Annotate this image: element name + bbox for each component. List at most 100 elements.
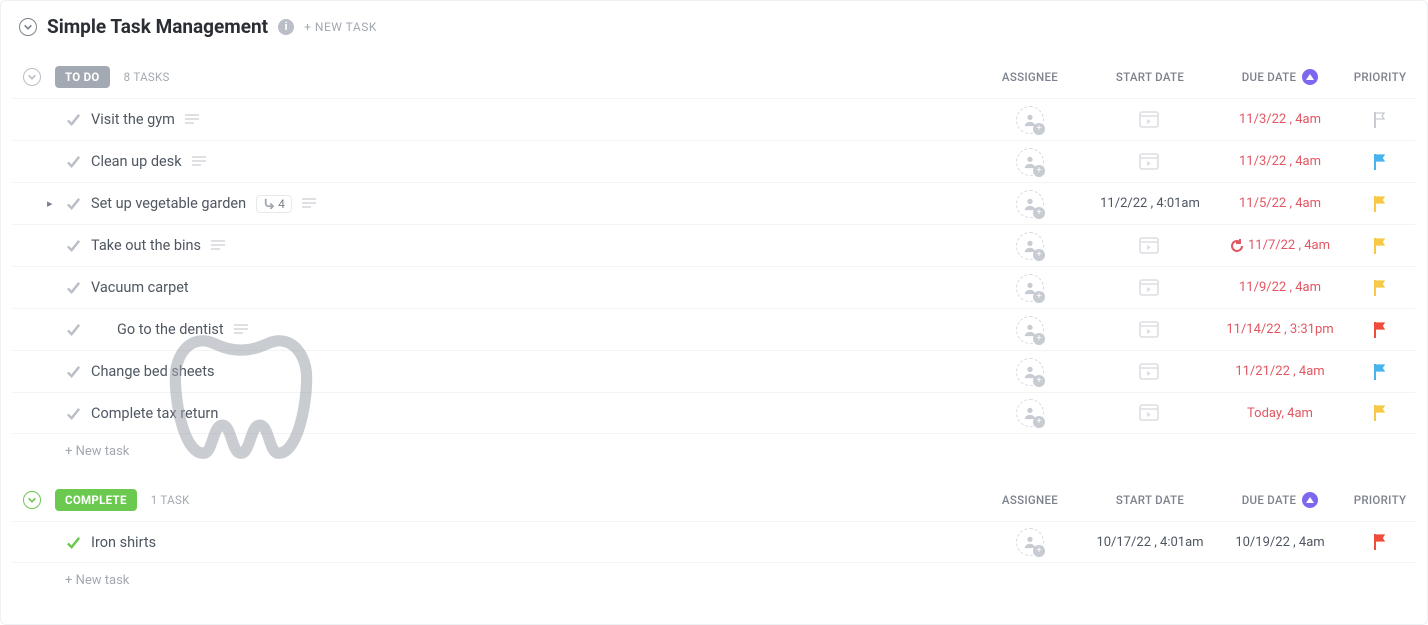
description-icon[interactable] <box>302 195 316 212</box>
collapse-group-icon[interactable] <box>23 68 41 86</box>
expand-subtasks-icon[interactable]: ▸ <box>47 197 54 210</box>
task-name[interactable]: Visit the gym <box>91 111 175 128</box>
task-name[interactable]: Vacuum carpet <box>91 279 189 296</box>
start-date-button[interactable] <box>1138 151 1162 173</box>
collapse-group-icon[interactable] <box>23 491 41 509</box>
plus-icon: + <box>1033 207 1045 219</box>
plus-icon: + <box>1033 249 1045 261</box>
priority-flag-icon[interactable] <box>1372 279 1388 297</box>
task-name[interactable]: Iron shirts <box>91 534 156 551</box>
assignee-button[interactable]: + <box>1016 106 1044 134</box>
complete-check-icon[interactable] <box>65 364 81 380</box>
complete-check-icon[interactable] <box>65 405 81 421</box>
complete-check-icon[interactable] <box>65 280 81 296</box>
list-title[interactable]: Simple Task Management <box>47 15 268 38</box>
description-icon[interactable] <box>211 237 225 254</box>
new-task-button[interactable]: + NEW TASK <box>304 20 377 34</box>
complete-check-icon[interactable] <box>65 112 81 128</box>
complete-check-icon[interactable] <box>65 322 81 338</box>
task-row[interactable]: ▸ Set up vegetable garden 4 + 11/2/22 , 4:… <box>13 182 1415 224</box>
description-icon[interactable] <box>185 111 199 128</box>
sort-asc-icon[interactable] <box>1302 492 1318 508</box>
status-pill[interactable]: COMPLETE <box>55 489 137 511</box>
plus-icon: + <box>1033 291 1045 303</box>
tooth-icon <box>91 322 107 338</box>
start-date-button[interactable] <box>1138 319 1162 341</box>
due-date[interactable]: 11/21/22 , 4am <box>1235 364 1324 379</box>
due-date[interactable]: 11/5/22 , 4am <box>1239 196 1321 211</box>
info-icon[interactable]: i <box>278 19 294 35</box>
start-date-button[interactable] <box>1138 361 1162 383</box>
task-row[interactable]: Take out the bins + 11/7/22 , 4am <box>13 224 1415 266</box>
complete-check-icon[interactable] <box>65 534 81 550</box>
task-name[interactable]: Take out the bins <box>91 237 201 254</box>
assignee-button[interactable]: + <box>1016 358 1044 386</box>
task-name[interactable]: Set up vegetable garden <box>91 195 246 212</box>
assignee-button[interactable]: + <box>1016 399 1044 427</box>
priority-flag-icon[interactable] <box>1372 363 1388 381</box>
due-date[interactable]: 10/19/22 , 4am <box>1235 535 1324 550</box>
plus-icon: + <box>1033 333 1045 345</box>
start-date-button[interactable] <box>1138 277 1162 299</box>
priority-flag-icon[interactable] <box>1372 111 1388 129</box>
task-row[interactable]: Clean up desk + 11/3/22 , 4am <box>13 140 1415 182</box>
group-header: COMPLETE 1 TASK ASSIGNEE START DATE DUE … <box>13 485 1415 521</box>
column-priority[interactable]: PRIORITY <box>1345 70 1415 84</box>
assignee-button[interactable]: + <box>1016 274 1044 302</box>
subtask-count-chip[interactable]: 4 <box>256 195 292 213</box>
sort-asc-icon[interactable] <box>1302 69 1318 85</box>
column-start-date[interactable]: START DATE <box>1085 493 1215 507</box>
complete-check-icon[interactable] <box>65 238 81 254</box>
complete-check-icon[interactable] <box>65 154 81 170</box>
assignee-button[interactable]: + <box>1016 232 1044 260</box>
start-date[interactable]: 10/17/22 , 4:01am <box>1096 535 1203 550</box>
task-row[interactable]: Vacuum carpet + 11/9/22 , 4am <box>13 266 1415 308</box>
task-name[interactable]: Clean up desk <box>91 153 182 170</box>
group-todo: TO DO 8 TASKS ASSIGNEE START DATE DUE DA… <box>13 62 1415 465</box>
plus-icon: + <box>1033 375 1045 387</box>
due-date[interactable]: 11/3/22 , 4am <box>1239 154 1321 169</box>
due-date[interactable]: 11/9/22 , 4am <box>1239 280 1321 295</box>
collapse-list-icon[interactable] <box>19 18 37 36</box>
assignee-button[interactable]: + <box>1016 190 1044 218</box>
status-pill[interactable]: TO DO <box>55 66 110 88</box>
due-date[interactable]: Today, 4am <box>1247 406 1313 421</box>
column-start-date[interactable]: START DATE <box>1085 70 1215 84</box>
task-row[interactable]: Visit the gym + 11/3/22 , 4am <box>13 98 1415 140</box>
priority-flag-icon[interactable] <box>1372 321 1388 339</box>
due-date[interactable]: 11/14/22 , 3:31pm <box>1226 322 1333 337</box>
assignee-button[interactable]: + <box>1016 528 1044 556</box>
plus-icon: + <box>1033 416 1045 428</box>
column-priority[interactable]: PRIORITY <box>1345 493 1415 507</box>
due-date[interactable]: 11/7/22 , 4am <box>1248 238 1330 253</box>
column-assignee[interactable]: ASSIGNEE <box>975 70 1085 84</box>
list-header: Simple Task Management i + NEW TASK <box>13 15 1415 38</box>
start-date-button[interactable] <box>1138 235 1162 257</box>
plus-icon: + <box>1033 545 1045 557</box>
column-assignee[interactable]: ASSIGNEE <box>975 493 1085 507</box>
task-count: 8 TASKS <box>124 70 170 84</box>
priority-flag-icon[interactable] <box>1372 404 1388 422</box>
priority-flag-icon[interactable] <box>1372 153 1388 171</box>
plus-icon: + <box>1033 123 1045 135</box>
group-header: TO DO 8 TASKS ASSIGNEE START DATE DUE DA… <box>13 62 1415 98</box>
complete-check-icon[interactable] <box>65 196 81 212</box>
assignee-button[interactable]: + <box>1016 316 1044 344</box>
due-date[interactable]: 11/3/22 , 4am <box>1239 112 1321 127</box>
task-count: 1 TASK <box>151 493 190 507</box>
recurring-icon <box>1230 239 1244 253</box>
priority-flag-icon[interactable] <box>1372 195 1388 213</box>
start-date-button[interactable] <box>1138 402 1162 424</box>
start-date[interactable]: 11/2/22 , 4:01am <box>1100 196 1200 211</box>
task-row[interactable]: Go to the dentist + 11/14/22 , 3:31pm <box>13 308 1415 350</box>
priority-flag-icon[interactable] <box>1372 533 1388 551</box>
column-due-date[interactable]: DUE DATE <box>1215 492 1345 508</box>
assignee-button[interactable]: + <box>1016 148 1044 176</box>
description-icon[interactable] <box>192 153 206 170</box>
group-complete: COMPLETE 1 TASK ASSIGNEE START DATE DUE … <box>13 485 1415 594</box>
new-task-row[interactable]: + New task <box>13 563 1415 594</box>
start-date-button[interactable] <box>1138 109 1162 131</box>
priority-flag-icon[interactable] <box>1372 237 1388 255</box>
column-due-date[interactable]: DUE DATE <box>1215 69 1345 85</box>
task-row[interactable]: Iron shirts + 10/17/22 , 4:01am 10/19/22… <box>13 521 1415 563</box>
